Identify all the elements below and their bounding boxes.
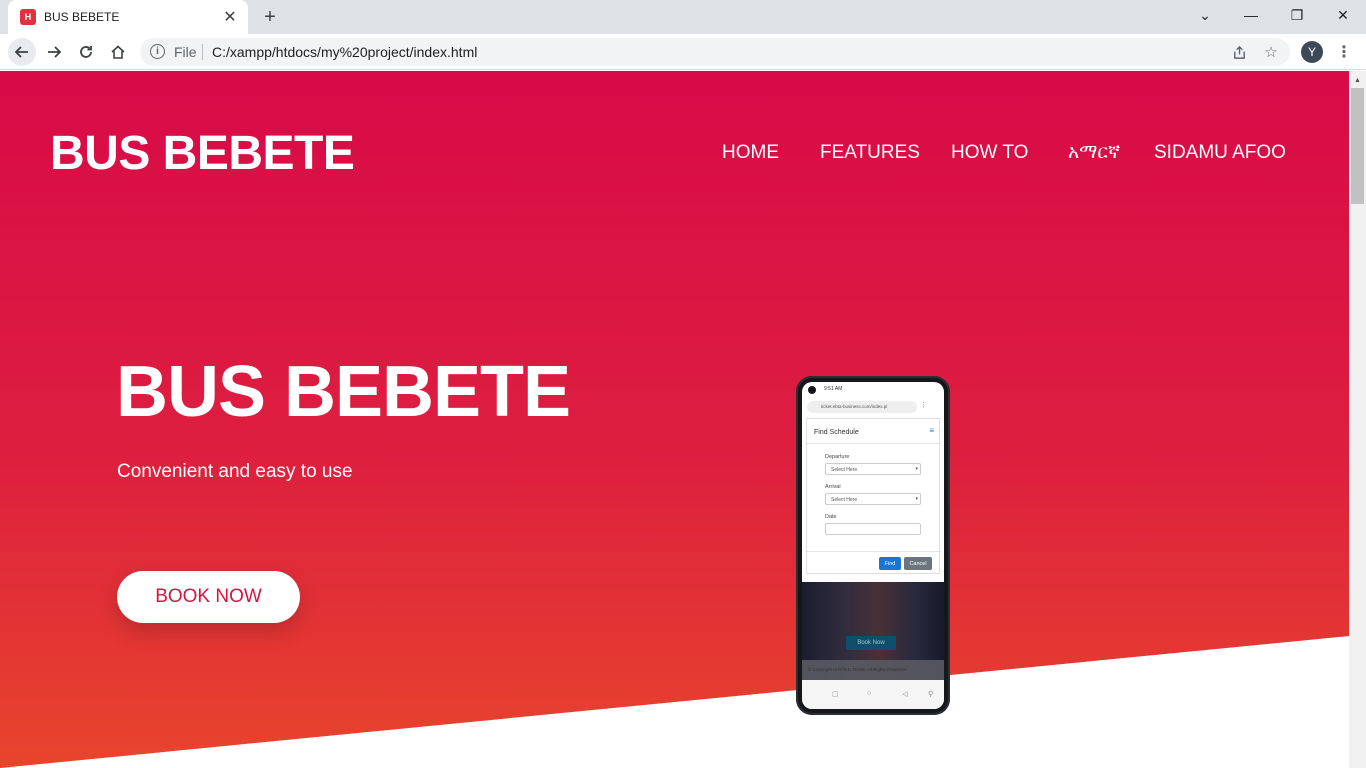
date-field	[825, 523, 921, 535]
square-icon: ▢	[832, 691, 839, 698]
browser-menu-icon[interactable]: ⋮	[1334, 40, 1354, 64]
departure-select: Select Here ▾	[825, 463, 921, 475]
close-tab-icon[interactable]: ✕	[220, 7, 240, 27]
arrival-select-value: Select Here	[831, 497, 858, 503]
phone-footer: © Copyright HAYOLE TEAM. All Rights Rese…	[802, 660, 944, 680]
phone-screen: 9:51 AM ticket.ebta-business.com/index.p…	[802, 382, 944, 709]
forward-arrow-icon[interactable]	[40, 38, 68, 66]
tab-strip: H BUS BEBETE ✕ + ⌄ — ❐ ✕	[0, 0, 1366, 34]
bookmark-star-icon[interactable]: ☆	[1261, 42, 1281, 62]
find-schedule-modal: Find Schedule ≡ Departure Select Here ▾ …	[806, 418, 941, 574]
nav-features[interactable]: FEATURES	[820, 142, 920, 164]
new-tab-icon[interactable]: +	[258, 5, 282, 29]
book-now-button[interactable]: BOOK NOW	[117, 571, 300, 623]
circle-icon: ○	[867, 690, 872, 697]
address-bar[interactable]: i File C:/xampp/htdocs/my%20project/inde…	[140, 38, 1290, 66]
browser-toolbar: i File C:/xampp/htdocs/my%20project/inde…	[0, 34, 1366, 70]
departure-select-value: Select Here	[831, 467, 858, 473]
scroll-up-arrow-icon[interactable]: ▲	[1349, 73, 1366, 87]
site-logo[interactable]: BUS BEBETE	[50, 126, 355, 181]
modal-footer-divider	[807, 551, 941, 552]
phone-address-bar: ticket.ebta-business.com/index.pl	[807, 401, 917, 413]
arrival-select: Select Here ▾	[825, 493, 921, 505]
scheme-label: File	[174, 44, 197, 60]
info-icon[interactable]: i	[150, 44, 165, 59]
browser-tab[interactable]: H BUS BEBETE ✕	[8, 0, 248, 34]
modal-title: Find Schedule	[814, 429, 859, 436]
nav-home[interactable]: HOME	[722, 142, 779, 164]
phone-status-time: 9:51 AM	[824, 386, 843, 392]
reload-icon[interactable]	[72, 38, 100, 66]
find-button: Find	[879, 557, 901, 570]
arrival-label: Arrival	[825, 484, 841, 490]
caret-icon: ▾	[915, 466, 918, 472]
triangle-back-icon: ◁	[902, 691, 908, 698]
restore-icon[interactable]: ❐	[1274, 0, 1320, 30]
back-arrow-icon[interactable]	[8, 38, 36, 66]
home-icon[interactable]	[104, 38, 132, 66]
caret-icon: ▾	[915, 496, 918, 502]
cancel-button: Cancel	[904, 557, 932, 570]
tab-search-icon[interactable]: ⌄	[1182, 0, 1228, 30]
phone-mockup: 9:51 AM ticket.ebta-business.com/index.p…	[796, 376, 950, 715]
phone-nav-bar: ▢ ○ ◁ ⚲	[802, 680, 944, 709]
phone-menu-icon: ⋮	[920, 402, 927, 409]
hero-title: BUS BEBETE	[116, 352, 571, 432]
close-window-icon[interactable]: ✕	[1320, 0, 1366, 30]
hamburger-icon: ≡	[929, 426, 934, 435]
tab-title: BUS BEBETE	[44, 10, 120, 24]
nav-amharic[interactable]: አማርኛ	[1068, 142, 1120, 164]
departure-label: Departure	[825, 454, 850, 460]
person-icon: ⚲	[928, 691, 934, 698]
nav-how-to[interactable]: HOW TO	[951, 142, 1028, 164]
date-label: Date	[825, 514, 837, 520]
hero-subtitle: Convenient and easy to use	[117, 461, 353, 482]
favicon-icon: H	[20, 9, 36, 25]
share-icon[interactable]	[1229, 42, 1249, 62]
nav-sidamu-afoo[interactable]: SIDAMU AFOO	[1154, 142, 1286, 164]
phone-book-now-button: Book Now	[846, 636, 896, 650]
scrollbar-thumb[interactable]	[1351, 88, 1364, 204]
minimize-icon[interactable]: —	[1228, 0, 1274, 30]
profile-avatar[interactable]: Y	[1301, 41, 1323, 63]
omnibox-divider	[202, 44, 203, 60]
url-text[interactable]: C:/xampp/htdocs/my%20project/index.html	[212, 44, 477, 60]
modal-divider	[807, 443, 941, 444]
page-hero: BUS BEBETE HOME FEATURES HOW TO አማርኛ SID…	[0, 71, 1349, 768]
